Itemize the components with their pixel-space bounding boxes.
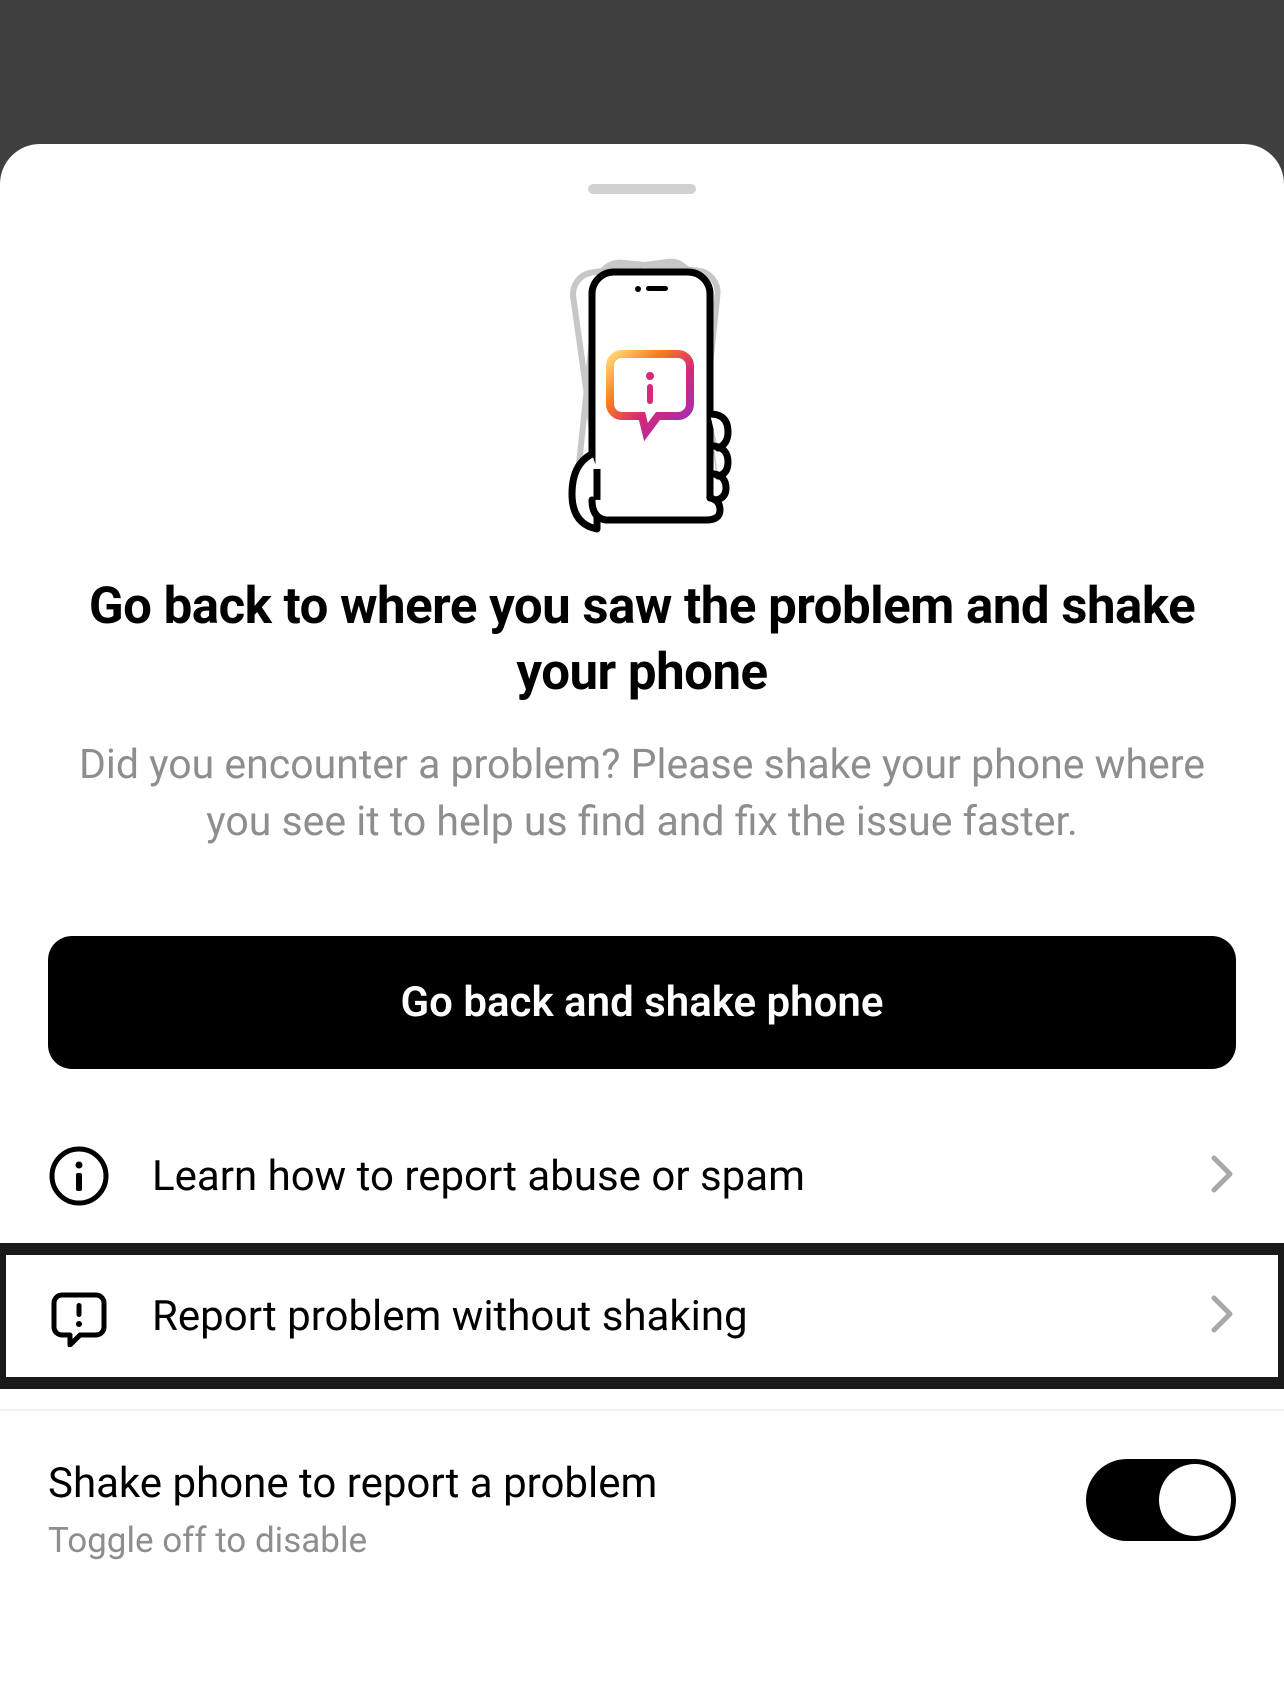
report-without-shaking-row[interactable]: Report problem without shaking [0, 1243, 1284, 1389]
toggle-subtitle: Toggle off to disable [48, 1520, 1086, 1561]
info-icon [48, 1145, 110, 1207]
shake-phone-illustration [542, 254, 742, 534]
toggle-text-group: Shake phone to report a problem Toggle o… [48, 1459, 1086, 1561]
go-back-shake-button[interactable]: Go back and shake phone [48, 936, 1236, 1069]
shake-toggle-section: Shake phone to report a problem Toggle o… [0, 1411, 1284, 1561]
toggle-title: Shake phone to report a problem [48, 1459, 1086, 1508]
learn-report-abuse-row[interactable]: Learn how to report abuse or spam [0, 1109, 1284, 1243]
bottom-sheet: Go back to where you saw the problem and… [0, 144, 1284, 1692]
learn-abuse-label: Learn how to report abuse or spam [152, 1152, 1208, 1201]
shake-report-toggle[interactable] [1086, 1459, 1236, 1541]
chevron-right-icon [1208, 1152, 1236, 1200]
report-without-shaking-label: Report problem without shaking [152, 1292, 1208, 1341]
chevron-right-icon [1208, 1292, 1236, 1340]
sheet-description: Did you encounter a problem? Please shak… [0, 707, 1284, 852]
sheet-heading: Go back to where you saw the problem and… [0, 574, 1284, 707]
report-bubble-icon [48, 1285, 110, 1347]
sheet-grabber[interactable] [588, 184, 696, 194]
toggle-knob [1159, 1464, 1231, 1536]
